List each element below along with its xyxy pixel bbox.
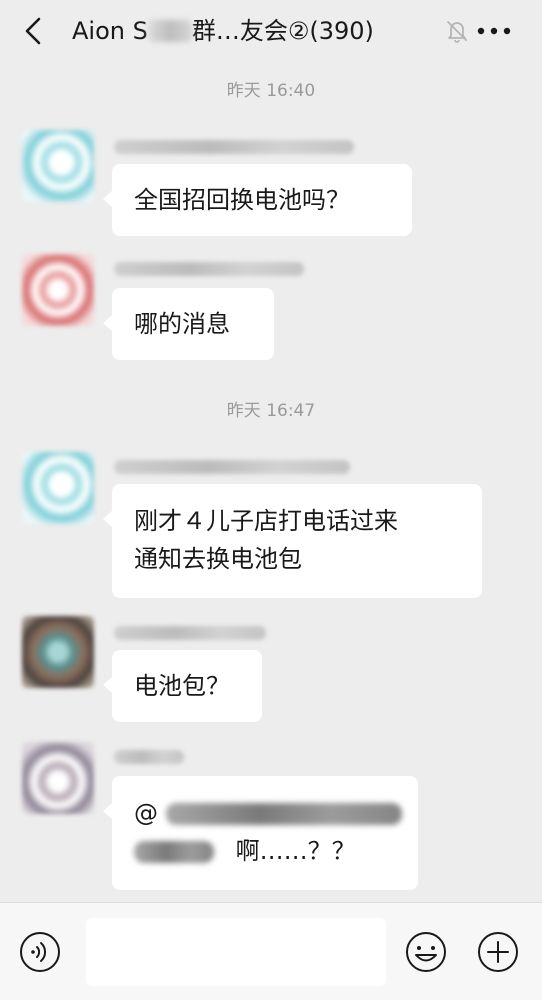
redacted-sender-name [114, 460, 350, 474]
message-input[interactable] [86, 918, 386, 986]
more-button[interactable] [474, 16, 514, 46]
voice-icon [20, 932, 60, 972]
avatar[interactable] [22, 452, 94, 524]
message-timestamp: 昨天 16:47 [226, 401, 316, 421]
back-button[interactable] [18, 14, 48, 48]
plus-icon [478, 932, 518, 972]
message-text: 全国招回换电池吗？ [134, 186, 350, 214]
redacted-sender-name [114, 626, 266, 640]
avatar[interactable] [22, 254, 94, 326]
avatar[interactable] [22, 742, 94, 814]
chat-header: Aion S 群…友会②(390) [0, 0, 542, 62]
chat-title-prefix: Aion S [72, 17, 148, 45]
message-text-line: 刚才４儿子店打电话过来 [134, 507, 398, 535]
message-bubble[interactable]: @ 啊……？？ [103, 776, 418, 890]
voice-button[interactable] [18, 930, 62, 974]
message-bubble[interactable]: 电池包？ [103, 650, 262, 722]
message-bubble[interactable]: 哪的消息 [103, 288, 274, 360]
chat-title-suffix: 群…友会②(390) [191, 17, 374, 45]
redacted-sender-name [114, 140, 354, 154]
message-text-line: 啊……？？ [134, 832, 396, 870]
chevron-left-icon [25, 17, 41, 45]
redacted-title-part [147, 20, 192, 42]
message-timestamp: 昨天 16:40 [226, 81, 316, 101]
mention-line: @ [134, 794, 402, 832]
avatar[interactable] [22, 130, 94, 202]
redacted-sender-name [114, 750, 184, 764]
emoji-icon [406, 932, 446, 972]
message-text-line: 通知去换电池包 [134, 545, 302, 573]
plus-button[interactable] [476, 930, 520, 974]
avatar[interactable] [22, 616, 94, 688]
message-bubble[interactable]: 刚才４儿子店打电话过来 通知去换电池包 [103, 484, 482, 598]
mention-at: @ [134, 799, 158, 827]
chat-title: Aion S 群…友会②(390) [72, 14, 374, 48]
message-bubble[interactable]: 全国招回换电池吗？ [103, 164, 412, 236]
message-text: 哪的消息 [134, 310, 230, 338]
message-text: 啊……？？ [235, 837, 356, 865]
redacted-sender-name [114, 262, 304, 276]
bell-off-icon [447, 21, 467, 43]
redacted-text [134, 841, 214, 863]
redacted-mention-name [165, 803, 402, 825]
message-text: 电池包？ [134, 672, 230, 700]
more-dots-icon [477, 27, 511, 35]
emoji-button[interactable] [404, 930, 448, 974]
